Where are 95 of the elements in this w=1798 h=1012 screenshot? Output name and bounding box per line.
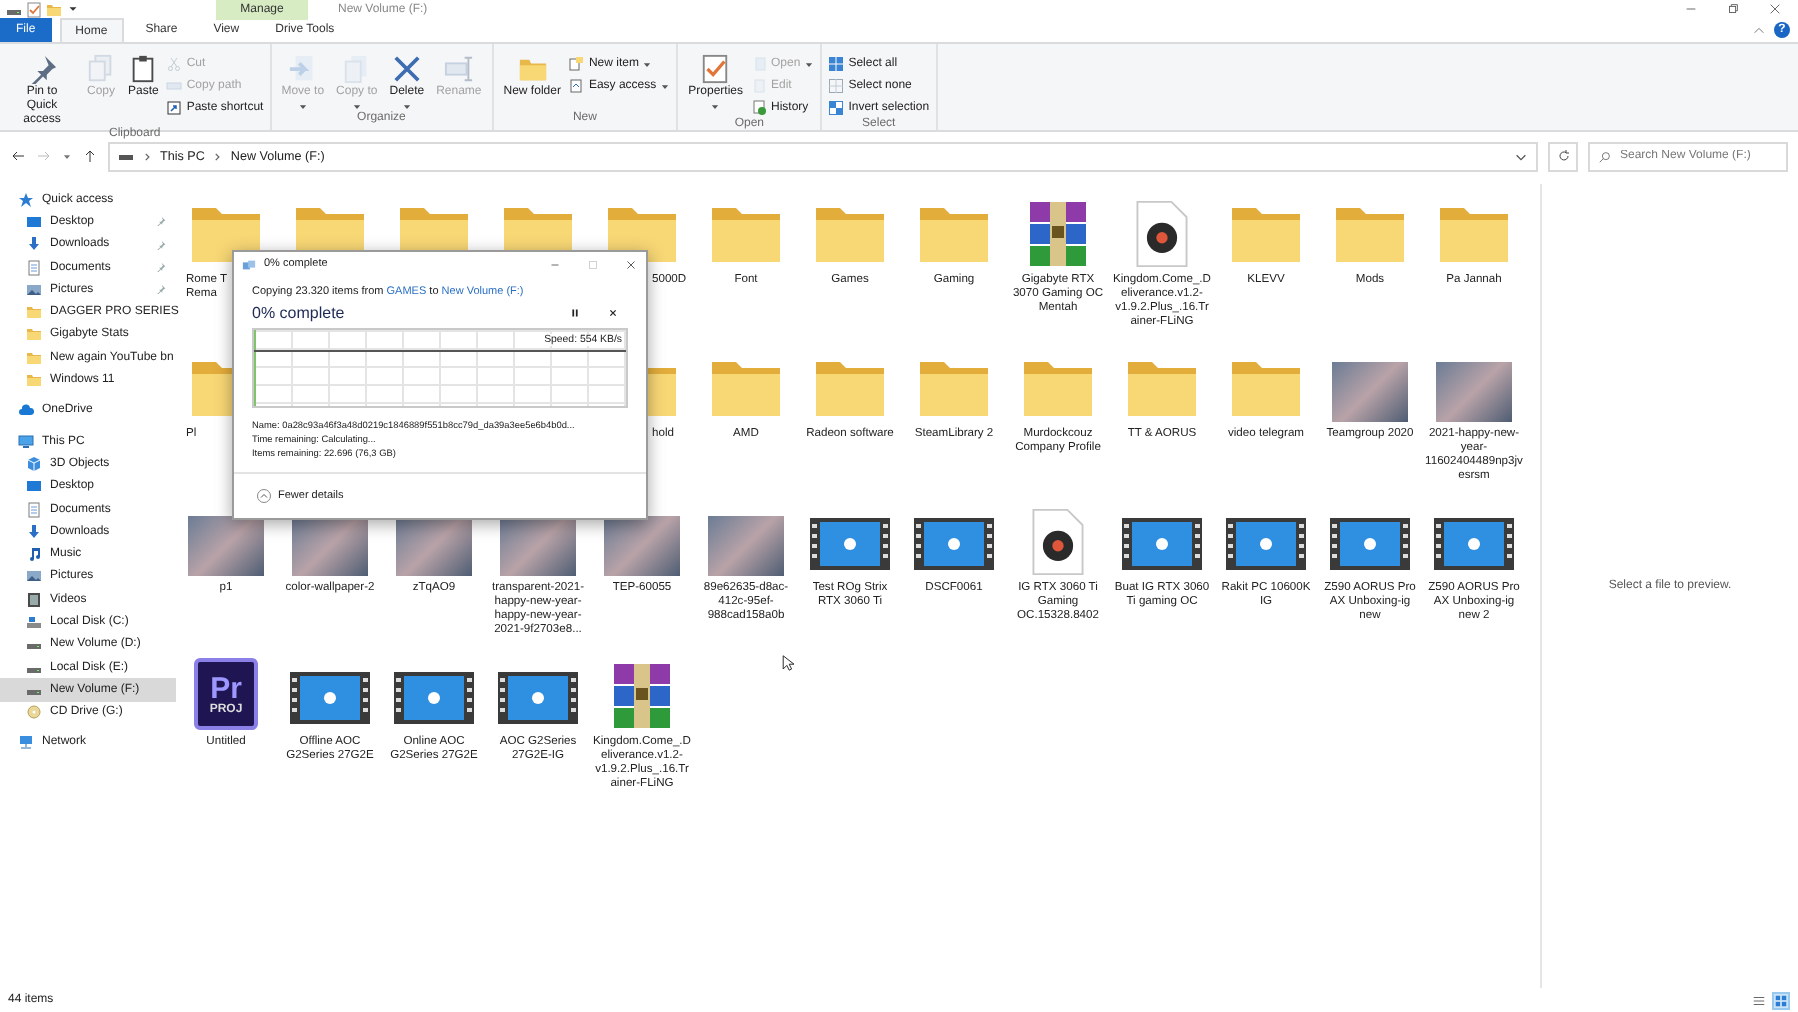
pin-icon (27, 54, 57, 84)
refresh-button[interactable] (1548, 141, 1578, 171)
image-thumbnail[interactable] (1332, 362, 1408, 422)
invert-selection-icon (828, 100, 845, 116)
close-icon[interactable] (1768, 2, 1782, 16)
close-icon[interactable] (624, 257, 638, 271)
image-thumbnail[interactable] (396, 516, 472, 576)
progress-heading: 0% complete (252, 304, 345, 322)
maximize-icon (586, 257, 600, 271)
folder-icon (26, 326, 42, 343)
list-view-icon (1752, 993, 1766, 1007)
image-thumbnail[interactable] (500, 516, 576, 576)
image-thumbnail[interactable] (188, 516, 264, 576)
caret-icon (351, 102, 362, 112)
back-icon[interactable] (10, 148, 26, 164)
music-icon (26, 546, 42, 563)
cancel-icon[interactable] (606, 306, 620, 320)
star-icon (18, 191, 34, 208)
image-thumbnail[interactable] (292, 516, 368, 576)
image-thumbnail[interactable] (1436, 362, 1512, 422)
pin-icon (156, 216, 166, 227)
desktop-icon (26, 213, 42, 230)
properties-icon[interactable] (26, 1, 42, 17)
folder-icon (26, 304, 42, 321)
refresh-icon (1555, 148, 1571, 164)
folder-icon (517, 54, 548, 84)
copy-icon (341, 54, 372, 84)
video-thumbnail[interactable] (1330, 518, 1410, 570)
video-thumbnail[interactable] (1434, 518, 1514, 570)
document-icon (26, 501, 42, 517)
chevron-icon (142, 151, 152, 161)
caret-icon (710, 102, 721, 112)
caret-icon (401, 102, 412, 112)
up-icon[interactable] (82, 148, 98, 164)
search-icon (1598, 149, 1612, 163)
delete-icon (391, 54, 422, 84)
select-all-icon (828, 56, 845, 72)
video-thumbnail[interactable] (290, 672, 370, 724)
collapse-ribbon-icon[interactable] (1752, 23, 1766, 37)
select-none-icon (828, 78, 845, 94)
folder-icon (26, 372, 42, 389)
image-thumbnail[interactable] (708, 516, 784, 576)
video-thumbnail[interactable] (498, 672, 578, 724)
cursor-icon (782, 654, 794, 672)
download-icon (26, 523, 42, 540)
computer-icon (18, 433, 34, 450)
chevron-up-icon (256, 488, 272, 504)
edit-icon (751, 78, 767, 94)
open-icon (751, 56, 767, 72)
caret-icon (804, 59, 815, 69)
properties-icon (700, 54, 731, 84)
download-icon (26, 236, 42, 253)
video-thumbnail[interactable] (810, 518, 890, 570)
folder-icon (26, 349, 42, 366)
chevron-down-icon[interactable] (1514, 149, 1528, 163)
cd-icon (26, 704, 42, 721)
video-thumbnail[interactable] (914, 518, 994, 570)
desktop-icon (26, 478, 42, 495)
minimize-icon[interactable] (1684, 2, 1698, 16)
caret-icon (642, 59, 653, 69)
caret-icon (297, 102, 308, 112)
history-icon (751, 100, 767, 116)
move-icon (287, 54, 318, 84)
pin-icon (156, 261, 166, 272)
chevron-icon (212, 151, 223, 161)
pause-icon[interactable] (568, 306, 582, 320)
copy-icon (86, 54, 116, 84)
copy-icon (242, 257, 256, 271)
shortcut-icon (166, 100, 183, 116)
forward-icon[interactable] (36, 148, 52, 164)
video-icon (26, 591, 42, 608)
picture-icon (26, 281, 42, 298)
copy-path-icon (166, 78, 183, 94)
video-thumbnail[interactable] (1226, 518, 1306, 570)
drive-icon (26, 613, 42, 630)
image-thumbnail[interactable] (604, 516, 680, 576)
network-icon (18, 734, 34, 751)
clipboard-icon (128, 54, 159, 84)
new-item-icon (568, 56, 585, 72)
caret-icon (660, 81, 671, 91)
pin-icon (156, 284, 166, 295)
video-thumbnail[interactable] (394, 672, 474, 724)
cube-icon (26, 455, 42, 472)
rename-icon (443, 54, 474, 84)
view-toggle[interactable] (1750, 991, 1768, 1009)
cloud-icon (18, 402, 34, 419)
restore-icon[interactable] (1726, 2, 1740, 16)
scissors-icon (166, 56, 183, 72)
video-thumbnail[interactable] (1122, 518, 1202, 570)
pin-icon (156, 239, 166, 250)
picture-icon (26, 568, 42, 585)
easy-access-icon (568, 78, 585, 94)
document-icon (26, 259, 42, 276)
grid-view-icon (1774, 993, 1788, 1007)
view-toggle[interactable] (1772, 991, 1790, 1009)
